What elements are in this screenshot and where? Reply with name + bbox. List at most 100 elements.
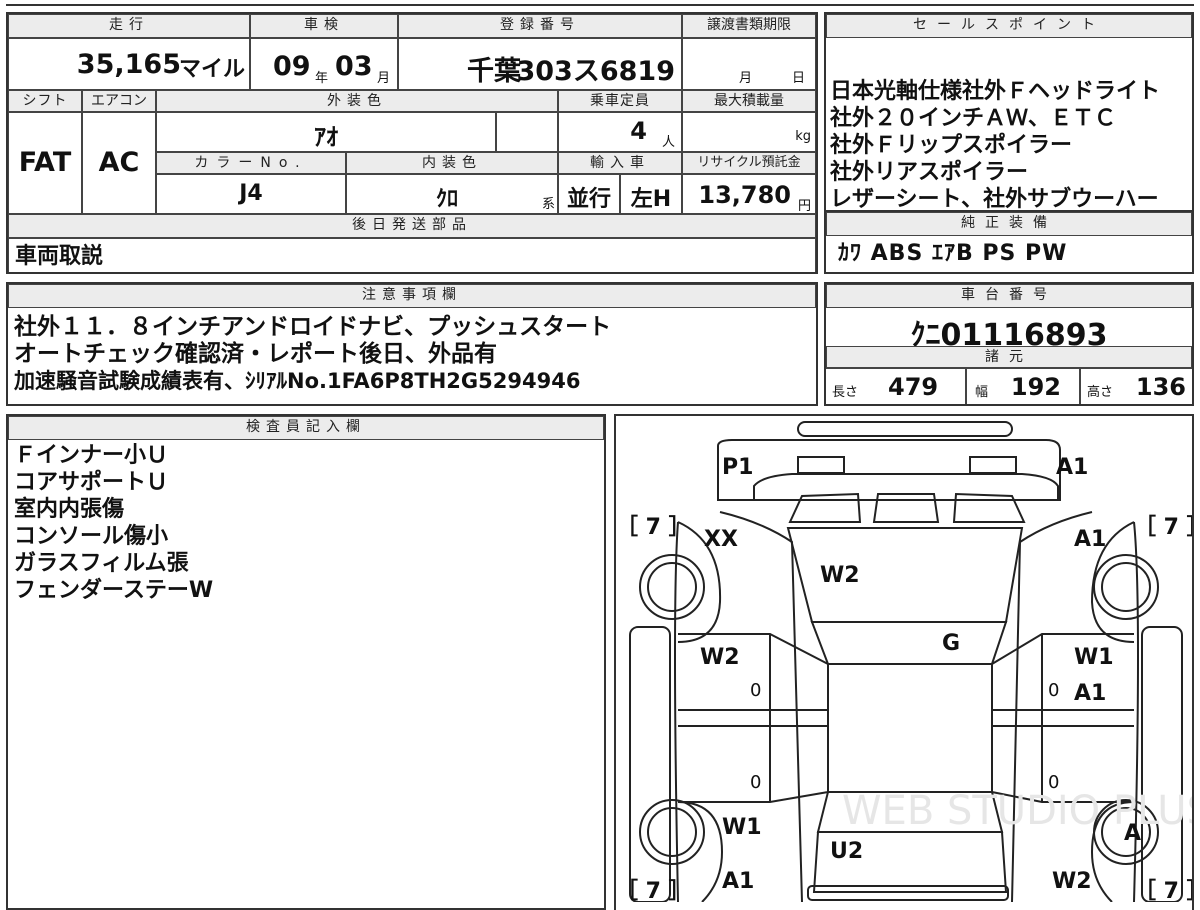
- note-line: 加速騒音試験成績表有、ｼﾘｱﾙNo.1FA6P8TH2G5294946: [14, 369, 581, 393]
- aircon-header: エアコン: [82, 90, 156, 112]
- notes-box: 注意事項欄 社外１１．８インチアンドロイドナビ、プッシュスタート オートチェック…: [6, 282, 818, 406]
- interior-color-value: ｸﾛ: [435, 187, 458, 212]
- inspector-line: コンソール傷小: [14, 524, 169, 549]
- body-inner-left: [719, 511, 803, 902]
- label-rear-left-bumper: A1: [722, 869, 754, 894]
- later-parts-header: 後日発送部品: [8, 214, 816, 238]
- recycle-value: 13,780: [698, 181, 791, 209]
- sales-point-line: 社外リアスポイラー: [830, 160, 1029, 185]
- inspector-lines: Ｆインナー小Ｕ コアサポートＵ 室内内張傷 コンソール傷小 ガラスフィルム張 フ…: [14, 442, 600, 604]
- max-load-header: 最大積載量: [682, 90, 816, 112]
- inspection-month: 03: [335, 51, 373, 82]
- mileage-unit: マイル: [178, 57, 245, 82]
- spec-height-cell: 高さ 136: [1080, 368, 1192, 404]
- inspection-header: 車検: [250, 14, 398, 38]
- spec-width-value: 192: [1010, 373, 1061, 401]
- inspector-box: 検査員記入欄 Ｆインナー小Ｕ コアサポートＵ 室内内張傷 コンソール傷小 ガラス…: [6, 414, 606, 910]
- wheel-rear-left-inner: [647, 807, 697, 857]
- inspection-year: 09: [273, 51, 311, 82]
- tread-left-top: ［ 7 ］: [616, 514, 691, 540]
- aircon-value: AC: [98, 147, 140, 178]
- inspector-header: 検査員記入欄: [8, 416, 604, 440]
- inspector-line: フェンダーステーW: [14, 578, 214, 603]
- wheel-rear-left: [639, 799, 705, 865]
- label-front-left-door: W2: [700, 645, 740, 670]
- wheel-front-left-inner: [647, 562, 697, 612]
- grille-left: [788, 492, 862, 523]
- registration-number: 303ス6819: [516, 56, 675, 87]
- sales-point-line: レザーシート、社外サブウーハー: [830, 187, 1159, 212]
- chassis-header: 車台番号: [826, 284, 1192, 308]
- main-info-box: 走行 車検 登録番号 譲渡書類期限 35,165 マイル 09 年 03 月 千…: [6, 12, 818, 274]
- capacity-value: 4: [630, 117, 647, 145]
- spec-height-value: 136: [1135, 373, 1186, 401]
- spec-length-label: 長さ: [832, 385, 859, 400]
- shift-value: FAT: [18, 147, 72, 178]
- specs-header: 諸元: [826, 346, 1192, 368]
- chassis-box: 車台番号 ｸﾆ01116893 諸元 長さ 479 幅 192 高さ 136: [824, 282, 1194, 406]
- sales-point-line: 社外２０インチＡＷ、ＥＴＣ: [830, 106, 1117, 131]
- max-load-cell: kg: [682, 112, 816, 152]
- max-load-unit: kg: [795, 129, 811, 144]
- recycle-cell: 13,780 円: [682, 174, 816, 214]
- sales-point-line: 社外Ｆリップスポイラー: [830, 133, 1073, 158]
- sales-point-line: 日本光軸仕様社外Ｆヘッドライト: [830, 79, 1161, 104]
- transfer-day-unit: 日: [791, 71, 805, 86]
- color-no-value: J4: [239, 181, 263, 206]
- import-header: 輸入車: [558, 152, 682, 174]
- grille-center: [872, 493, 940, 523]
- import-type-cell: 並行: [558, 174, 620, 214]
- mileage-cell: 35,165 マイル: [8, 38, 250, 90]
- label-rear-left-fender: W1: [722, 815, 762, 840]
- label-rr-zero: 0: [1048, 772, 1059, 793]
- later-parts-cell: 車両取説: [8, 238, 816, 272]
- label-front-bumper-right: A1: [1056, 455, 1088, 480]
- roof: [810, 621, 1008, 665]
- interior-color-suffix: 系: [541, 197, 555, 212]
- car-diagram: WEB STUDIO PLUS ［ 7 ］ ［ 7 ］ ［ 7 ］ ［ 7 ］ …: [616, 421, 1192, 902]
- left-rocker: [629, 626, 671, 902]
- notes-header: 注意事項欄: [8, 284, 816, 308]
- label-rear-right-wheel: A: [1124, 821, 1141, 846]
- registration-cell: 千葉 303ス6819: [398, 38, 682, 90]
- headlight-left: [797, 456, 845, 474]
- front-bumper-bar: [797, 421, 1013, 437]
- interior-color-header: 内装色: [346, 152, 558, 174]
- exterior-color-value: ｱｵ: [314, 123, 338, 151]
- spec-height-label: 高さ: [1087, 385, 1114, 400]
- inspector-line: 室内内張傷: [14, 497, 125, 522]
- aircon-cell: AC: [82, 112, 156, 214]
- tread-left-bottom: ［ 7 ］: [616, 878, 691, 902]
- sales-points-header: セールスポイント: [826, 14, 1192, 38]
- recycle-header: リサイクル預託金: [682, 152, 816, 174]
- sales-points-lines: 日本光軸仕様社外Ｆヘッドライト 社外２０インチＡＷ、ＥＴＣ 社外Ｆリップスポイラ…: [830, 78, 1192, 213]
- headlight-right: [969, 456, 1017, 474]
- grille-right: [952, 492, 1026, 523]
- tread-right-top: ［ 7 ］: [1134, 514, 1192, 540]
- capacity-header: 乗車定員: [558, 90, 682, 112]
- label-front-right-door-2: A1: [1074, 681, 1106, 706]
- registration-prefix: 千葉: [467, 56, 521, 87]
- label-front-right-fender: A1: [1074, 527, 1106, 552]
- body-outline: [674, 521, 1139, 902]
- color-no-header: カラーNo.: [156, 152, 346, 174]
- inspector-line: ガラスフィルム張: [14, 551, 189, 576]
- note-line: オートチェック確認済・レポート後日、外品有: [14, 341, 497, 367]
- notes-lines: 社外１１．８インチアンドロイドナビ、プッシュスタート オートチェック確認済・レポ…: [14, 314, 812, 395]
- label-front-bumper-left: P1: [722, 455, 753, 480]
- recycle-unit: 円: [797, 199, 811, 214]
- front-bumper: [717, 439, 1061, 501]
- note-line: 社外１１．８インチアンドロイドナビ、プッシュスタート: [14, 314, 612, 340]
- tread-right-bottom: ［ 7 ］: [1134, 878, 1192, 902]
- exterior-color-cell: ｱｵ: [156, 112, 496, 152]
- wheel-front-left: [639, 554, 705, 620]
- import-steering-cell: 左H: [620, 174, 682, 214]
- label-roof: G: [942, 631, 960, 656]
- wheel-front-right: [1093, 554, 1159, 620]
- sales-points-box: セールスポイント 日本光軸仕様社外Ｆヘッドライト 社外２０インチＡＷ、ＥＴＣ 社…: [824, 12, 1194, 212]
- inspector-line: Ｆインナー小Ｕ: [14, 443, 169, 468]
- transfer-deadline-cell: 月 日: [682, 38, 816, 90]
- import-type-value: 並行: [566, 187, 611, 212]
- mileage-value: 35,165: [76, 49, 181, 80]
- transfer-deadline-header: 譲渡書類期限: [682, 14, 816, 38]
